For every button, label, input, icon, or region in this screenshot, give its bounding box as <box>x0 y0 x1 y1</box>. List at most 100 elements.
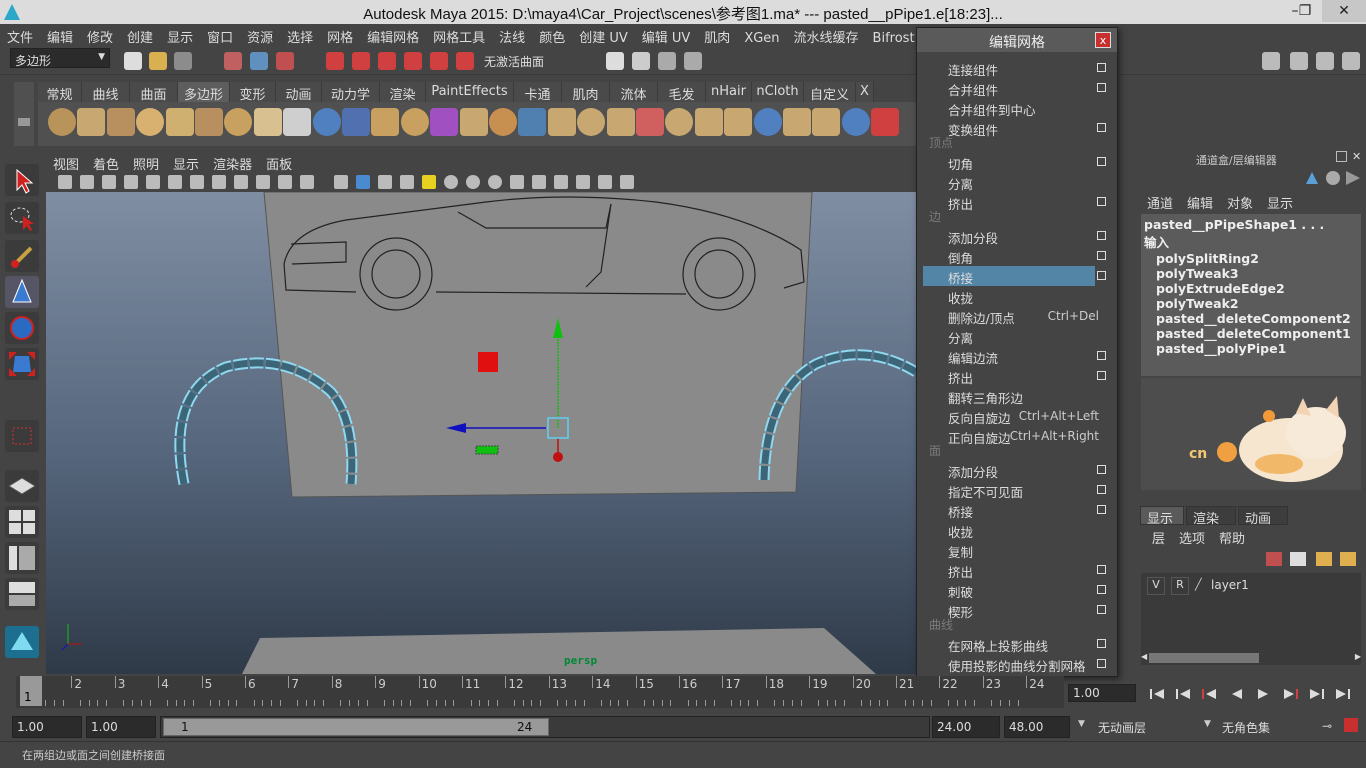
start-time-field[interactable]: 1.00 <box>12 716 82 738</box>
snap-grid-icon[interactable] <box>326 52 344 70</box>
bookmark-icon[interactable] <box>102 175 116 189</box>
camera-attributes-icon[interactable] <box>80 175 94 189</box>
poly-soccer-ball-icon[interactable] <box>283 108 312 136</box>
fill-hole-icon[interactable] <box>694 108 723 136</box>
menu-item[interactable]: 编辑边流 <box>923 346 1095 366</box>
option-box-icon[interactable] <box>1097 565 1106 574</box>
menu-item[interactable]: 颜色 <box>532 24 572 46</box>
reduce-icon[interactable] <box>724 108 753 136</box>
menu-item[interactable]: 倒角 <box>923 246 1095 266</box>
rotate-tool-icon[interactable] <box>5 312 39 344</box>
smooth-proxy-icon[interactable] <box>430 108 459 136</box>
option-box-icon[interactable] <box>1097 351 1106 360</box>
menu-item[interactable]: 创建 UV <box>572 24 635 46</box>
scroll-left-icon[interactable]: ◀ <box>1141 652 1147 661</box>
menu-item[interactable]: 合并组件 <box>923 78 1095 98</box>
shelf-tab[interactable]: 肌肉 <box>562 82 610 103</box>
option-box-icon[interactable] <box>1097 505 1106 514</box>
menu-item[interactable]: 文件 <box>0 24 40 46</box>
open-scene-icon[interactable] <box>149 52 167 70</box>
field-chart-icon[interactable] <box>256 175 270 189</box>
grid-icon[interactable] <box>168 175 182 189</box>
layer-tab[interactable]: 动画 <box>1238 506 1288 527</box>
insert-edge-loop-icon[interactable] <box>577 108 606 136</box>
option-box-icon[interactable] <box>1097 659 1106 668</box>
shelf-tab[interactable]: PaintEffects <box>426 82 514 102</box>
extrude-icon[interactable] <box>489 108 517 136</box>
poly-plane-icon[interactable] <box>165 108 194 136</box>
poly-cylinder-icon[interactable] <box>106 108 135 136</box>
step-back-key-icon[interactable] <box>1202 689 1216 699</box>
anim-start-field[interactable]: 1.00 <box>86 716 156 738</box>
shelf-tab[interactable]: nCloth <box>752 82 804 102</box>
layer-row[interactable]: V R ╱ layer1 <box>1145 577 1357 595</box>
shelf-tab[interactable]: 变形 <box>230 82 276 103</box>
scroll-thumb[interactable] <box>1149 653 1259 663</box>
option-box-icon[interactable] <box>1097 585 1106 594</box>
select-object-icon[interactable] <box>250 52 268 70</box>
menu-item[interactable]: 分离 <box>923 326 1095 346</box>
shelf-tab[interactable]: 曲面 <box>130 82 178 103</box>
char-set-chevron-icon[interactable]: ▼ <box>1204 719 1211 729</box>
all-lights-icon[interactable] <box>444 175 458 189</box>
cylindrical-mapping-icon[interactable] <box>783 108 811 136</box>
poly-cube-icon[interactable] <box>77 108 106 136</box>
menu-item[interactable]: 肌肉 <box>697 24 737 46</box>
select-hierarchy-icon[interactable] <box>224 52 242 70</box>
film-gate-icon[interactable] <box>190 175 204 189</box>
xray-joints-icon[interactable] <box>598 175 612 189</box>
menu-item[interactable]: 正向自旋边 Ctrl+Alt+Right <box>923 426 1099 446</box>
close-button[interactable]: ✕ <box>1322 0 1366 22</box>
bridge-icon[interactable] <box>518 108 547 136</box>
step-back-icon[interactable] <box>1176 689 1190 699</box>
layer-reference-toggle[interactable]: R <box>1171 577 1189 595</box>
menu-item[interactable]: 合并组件到中心 <box>923 98 1095 118</box>
float-icon[interactable] <box>1336 151 1347 162</box>
menu-item[interactable]: 挤出 <box>923 366 1095 386</box>
show-manipulator-icon[interactable] <box>5 420 39 452</box>
extract-icon[interactable] <box>459 108 488 136</box>
menu-item[interactable]: 分离 <box>923 172 1095 192</box>
motion-blur-icon[interactable] <box>510 175 524 189</box>
channel-box-menu-item[interactable]: 对象 <box>1220 193 1260 212</box>
option-box-icon[interactable] <box>1097 605 1106 614</box>
menu-set-dropdown[interactable]: 多边形 ▼ <box>10 48 110 68</box>
render-frame-icon[interactable] <box>632 52 650 70</box>
go-to-end-icon[interactable] <box>1336 689 1350 699</box>
end-time-field[interactable]: 48.00 <box>1004 716 1070 738</box>
option-box-icon[interactable] <box>1097 123 1106 132</box>
menu-item[interactable]: 切角 <box>923 152 1095 172</box>
shelf-tab[interactable]: 毛发 <box>658 82 706 103</box>
menu-item[interactable]: 法线 <box>492 24 532 46</box>
wireframe-icon[interactable] <box>334 175 348 189</box>
option-box-icon[interactable] <box>1097 197 1106 206</box>
select-component-icon[interactable] <box>276 52 294 70</box>
menu-item[interactable]: 挤出 <box>923 560 1095 580</box>
option-box-icon[interactable] <box>1097 251 1106 260</box>
menu-item[interactable]: 刺破 <box>923 580 1095 600</box>
new-scene-icon[interactable] <box>124 52 142 70</box>
menu-item[interactable]: 指定不可见面 <box>923 480 1095 500</box>
move-tool-icon[interactable] <box>5 276 39 308</box>
menu-item[interactable]: 编辑网格 <box>360 24 426 46</box>
shadows-icon[interactable] <box>466 175 480 189</box>
menu-item[interactable]: Bifrost <box>866 28 922 46</box>
anim-layer-dropdown[interactable]: 无动画层 <box>1094 716 1204 738</box>
default-light-icon[interactable] <box>422 175 436 189</box>
lasso-tool-icon[interactable] <box>5 202 39 234</box>
smooth-icon[interactable] <box>371 108 400 136</box>
close-icon[interactable]: x <box>1095 32 1111 48</box>
shelf-tab[interactable]: 流体 <box>610 82 658 103</box>
isolate-select-icon[interactable] <box>554 175 568 189</box>
menu-item[interactable]: XGen <box>737 28 786 46</box>
auto-key-icon[interactable] <box>1344 718 1358 732</box>
bevel-icon[interactable] <box>665 108 694 136</box>
shelf-tab[interactable]: 多边形 <box>178 82 230 103</box>
play-backwards-icon[interactable] <box>1232 689 1242 699</box>
perspective-viewport[interactable]: persp <box>46 192 918 674</box>
shelf-menu-handle[interactable] <box>14 82 34 146</box>
poly-pyramid-icon[interactable] <box>224 108 253 136</box>
screen-space-ao-icon[interactable] <box>488 175 502 189</box>
append-polygon-icon[interactable] <box>547 108 576 136</box>
character-set-dropdown[interactable]: 无角色集 <box>1218 716 1318 738</box>
